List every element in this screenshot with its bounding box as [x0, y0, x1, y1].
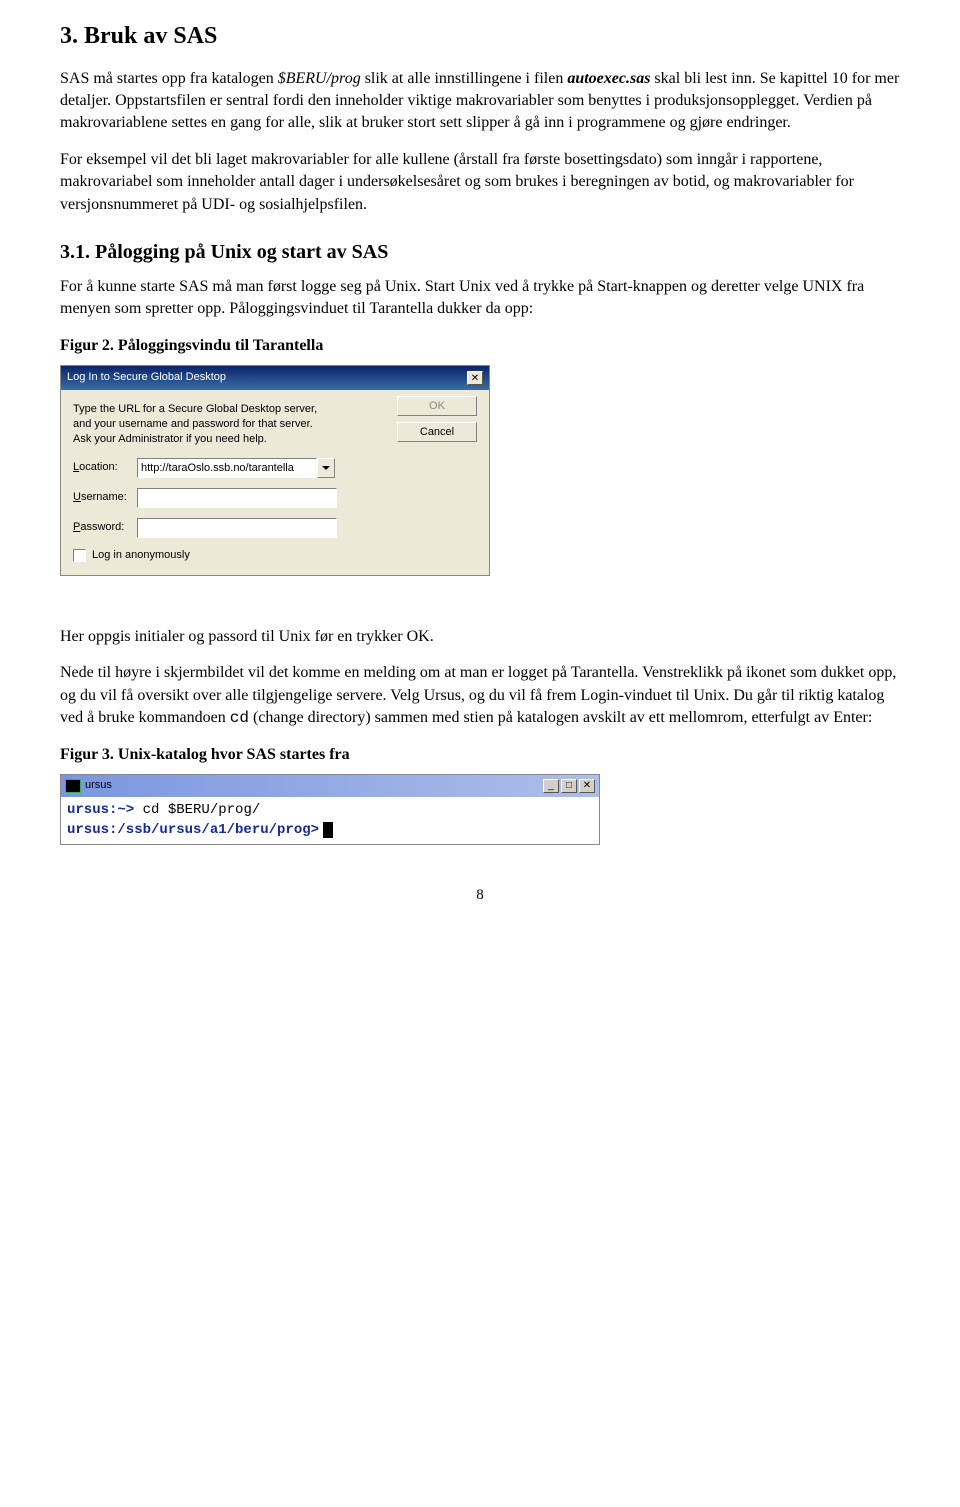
- para-1-a: SAS må startes opp fra katalogen: [60, 70, 278, 87]
- terminal-prompt-2: ursus:/ssb/ursus/a1/beru/prog>: [67, 822, 319, 838]
- location-dropdown-button[interactable]: [317, 458, 335, 478]
- figure-2-caption: Figur 2. Påloggingsvindu til Tarantella: [60, 335, 900, 357]
- section-heading-3: 3. Bruk av SAS: [60, 20, 900, 54]
- terminal-body[interactable]: ursus:~> cd $BERU/prog/ ursus:/ssb/ursus…: [61, 797, 599, 844]
- para-4: Her oppgis initialer og passord til Unix…: [60, 626, 900, 648]
- terminal-title: ursus: [85, 778, 112, 793]
- para-1: SAS må startes opp fra katalogen $BERU/p…: [60, 68, 900, 135]
- chevron-down-icon: [322, 466, 330, 470]
- para-3: For å kunne starte SAS må man først logg…: [60, 276, 900, 321]
- anon-label: Log in anonymously: [92, 548, 190, 563]
- close-icon[interactable]: ✕: [467, 371, 483, 385]
- para-1-file: autoexec.sas: [567, 70, 650, 87]
- para-1-c: slik at alle innstillingene i filen: [361, 70, 568, 87]
- maximize-icon[interactable]: □: [561, 779, 577, 793]
- username-label: Username:: [73, 490, 137, 505]
- page-number: 8: [60, 885, 900, 906]
- location-label: Location:: [73, 460, 137, 475]
- section-heading-3-1: 3.1. Pålogging på Unix og start av SAS: [60, 238, 900, 266]
- location-combo[interactable]: [137, 458, 335, 478]
- login-description: Type the URL for a Secure Global Desktop…: [73, 402, 323, 448]
- para-5-c: (change directory) sammen med stien på k…: [249, 709, 872, 726]
- login-button-col: OK Cancel: [397, 396, 477, 448]
- close-icon[interactable]: ✕: [579, 779, 595, 793]
- username-input[interactable]: [137, 488, 337, 508]
- password-label: Password:: [73, 520, 137, 535]
- cancel-button[interactable]: Cancel: [397, 422, 477, 442]
- terminal-prompt-1: ursus:~>: [67, 802, 143, 818]
- terminal-line-1: ursus:~> cd $BERU/prog/: [67, 801, 593, 821]
- minimize-icon[interactable]: _: [543, 779, 559, 793]
- para-5: Nede til høyre i skjermbildet vil det ko…: [60, 662, 900, 729]
- terminal-command: cd $BERU/prog/: [143, 802, 261, 818]
- terminal-window: ursus _ □ ✕ ursus:~> cd $BERU/prog/ ursu…: [60, 774, 600, 845]
- login-dialog-titlebar: Log In to Secure Global Desktop ✕: [61, 366, 489, 389]
- ok-button[interactable]: OK: [397, 396, 477, 416]
- terminal-icon: [65, 779, 81, 793]
- terminal-line-2: ursus:/ssb/ursus/a1/beru/prog>: [67, 821, 593, 841]
- login-dialog: Log In to Secure Global Desktop ✕ OK Can…: [60, 365, 490, 576]
- anon-checkbox[interactable]: [73, 549, 86, 562]
- para-1-path: $BERU/prog: [278, 70, 361, 87]
- login-dialog-title: Log In to Secure Global Desktop: [67, 370, 226, 385]
- terminal-cursor: [323, 822, 333, 838]
- para-2: For eksempel vil det bli laget makrovari…: [60, 149, 900, 216]
- location-input[interactable]: [137, 458, 317, 478]
- figure-3-caption: Figur 3. Unix-katalog hvor SAS startes f…: [60, 744, 900, 766]
- password-input[interactable]: [137, 518, 337, 538]
- para-5-cmd: cd: [230, 709, 249, 727]
- terminal-titlebar: ursus _ □ ✕: [61, 775, 599, 797]
